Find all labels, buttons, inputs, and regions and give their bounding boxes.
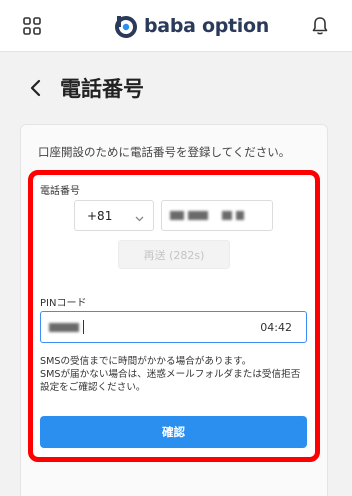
- pin-code-input[interactable]: 04:42: [40, 311, 307, 343]
- notice-line: SMSが届かない場合は、迷惑メールフォルダまたは受信拒否: [40, 369, 301, 380]
- chevron-left-icon[interactable]: [28, 77, 44, 99]
- logo-text: baba option: [144, 15, 269, 37]
- confirm-button[interactable]: 確認: [40, 416, 307, 448]
- text-cursor: [83, 320, 84, 334]
- resend-button[interactable]: 再送 (282s): [118, 240, 230, 269]
- sms-notice: SMSの受信までに時間がかかる場合があります。 SMSが届かない場合は、迷惑メー…: [40, 355, 310, 394]
- grid-icon[interactable]: [22, 16, 42, 36]
- pin-countdown: 04:42: [260, 321, 292, 334]
- page-title: 電話番号: [60, 77, 144, 101]
- notice-line: 設定をご確認ください。: [40, 382, 146, 393]
- redacted-digits: [236, 211, 244, 220]
- bell-icon[interactable]: [310, 15, 330, 37]
- chevron-down-icon: [135, 212, 144, 222]
- redacted-digits: [222, 211, 232, 220]
- redacted-digits: [188, 211, 208, 220]
- redacted-digits: [170, 211, 184, 220]
- page-header: 電話番号: [28, 70, 144, 106]
- phone-label: 電話番号: [40, 186, 80, 197]
- country-code-value: +81: [87, 208, 113, 223]
- redacted-pin: [49, 322, 79, 332]
- phone-number-input[interactable]: [161, 200, 273, 231]
- intro-text: 口座開設のために電話番号を登録してください。: [38, 145, 291, 159]
- brand-logo[interactable]: baba option: [114, 12, 269, 40]
- notice-line: SMSの受信までに時間がかかる場合があります。: [40, 356, 252, 367]
- logo-mark-icon: [114, 14, 138, 38]
- top-header: baba option: [0, 0, 352, 52]
- pin-label: PINコード: [40, 298, 87, 309]
- country-code-select[interactable]: +81: [74, 200, 154, 231]
- app-root: baba option 電話番号 口座開設のために電話番号を登録してください。 …: [0, 0, 352, 496]
